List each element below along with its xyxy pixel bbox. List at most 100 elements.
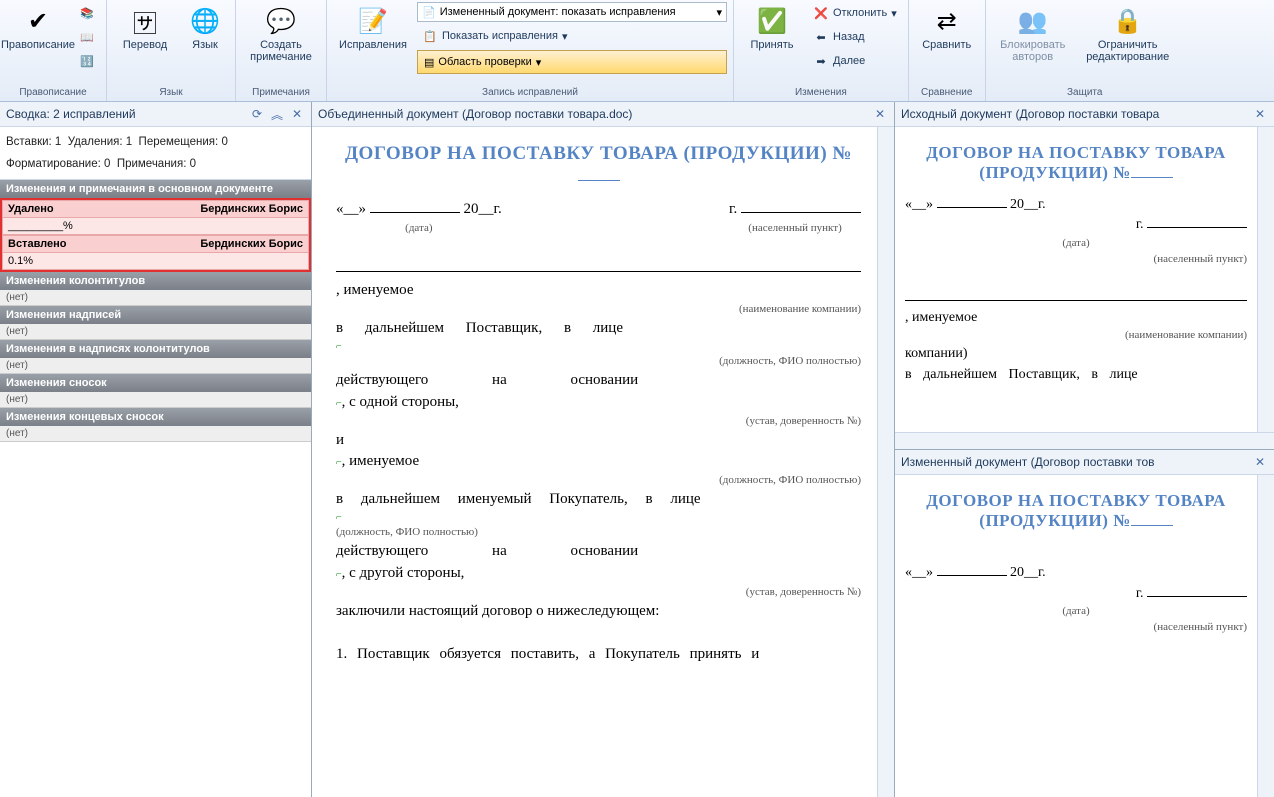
next-button[interactable]: ➡Далее xyxy=(808,50,902,72)
show-markup-dropdown[interactable]: 📋 Показать исправления ▾ xyxy=(417,25,727,47)
track-changes-button[interactable]: 📝 Исправления xyxy=(333,2,413,54)
none-label: (нет) xyxy=(0,290,311,306)
supplier-line: в дальнейшем Поставщик, в лице xyxy=(905,365,1247,385)
restrict-editing-button[interactable]: 🔒 Ограничить редактирование xyxy=(1078,2,1178,66)
combined-header: Объединенный документ (Договор поставки … xyxy=(312,102,894,127)
compare-icon: ⇄ xyxy=(931,5,963,37)
reviewing-pane-button[interactable]: ▤ Область проверки ▾ xyxy=(417,50,727,74)
section-main-doc: Изменения и примечания в основном докуме… xyxy=(0,180,311,198)
group-label: Защита xyxy=(1067,85,1102,101)
new-comment-button[interactable]: 💬 Создать примечание xyxy=(242,2,320,66)
comment-icon: 💬 xyxy=(265,5,297,37)
revision-mark-icon: ⌐ xyxy=(336,340,861,355)
accept-icon: ✅ xyxy=(756,5,788,37)
compare-button[interactable]: ⇄ Сравнить xyxy=(915,2,979,54)
position-label: (должность, ФИО полностью) xyxy=(336,354,861,370)
block-icon: 👥 xyxy=(1017,5,1049,37)
source-document[interactable]: ДОГОВОР НА ПОСТАВКУ ТОВАРА (ПРОДУКЦИИ) №… xyxy=(895,127,1257,432)
previous-button[interactable]: ⬅Назад xyxy=(808,26,902,48)
section-en: Изменения концевых сносок xyxy=(0,408,311,426)
scrollbar-horizontal[interactable] xyxy=(895,432,1274,449)
company-text: компании) xyxy=(905,344,1247,364)
accept-button[interactable]: ✅ Принять xyxy=(740,2,804,54)
doc-title: ДОГОВОР НА ПОСТАВКУ ТОВАРА (ПРОДУКЦИИ) № xyxy=(905,143,1247,183)
section-fn: Изменения сносок xyxy=(0,374,311,392)
close-icon[interactable]: ✕ xyxy=(289,106,305,122)
lock-icon: 🔒 xyxy=(1112,5,1144,37)
spellcheck-icon: ✔ xyxy=(22,5,54,37)
scrollbar-vertical[interactable] xyxy=(1257,127,1274,432)
section-tbhf: Изменения в надписях колонтитулов xyxy=(0,340,311,358)
collapse-icon[interactable]: ︽ xyxy=(269,106,285,122)
spellcheck-button[interactable]: ✔ Правописание xyxy=(6,2,70,54)
research-icon: 📚 xyxy=(79,5,95,21)
chevron-down-icon: ▾ xyxy=(562,30,568,43)
revision-mark-icon: ⌐ xyxy=(336,511,861,526)
company-label: (наименование компании) xyxy=(336,302,861,318)
revised-pane: Измененный документ (Договор поставки то… xyxy=(895,450,1274,797)
change-inserted[interactable]: ВставленоБердинских Борис xyxy=(2,235,309,253)
change-inserted-value: 0.1% xyxy=(2,253,309,270)
group-label: Сравнение xyxy=(921,85,972,101)
revised-document[interactable]: ДОГОВОР НА ПОСТАВКУ ТОВАРА (ПРОДУКЦИИ) №… xyxy=(895,475,1257,797)
none-label: (нет) xyxy=(0,426,311,442)
combined-title: Объединенный документ (Договор поставки … xyxy=(318,107,868,121)
prev-icon: ⬅ xyxy=(813,29,829,45)
doc-title: ДОГОВОР НА ПОСТАВКУ ТОВАРА (ПРОДУКЦИИ) № xyxy=(336,143,861,187)
group-language: 🈂 Перевод 🌐 Язык Язык xyxy=(107,0,236,101)
group-label: Изменения xyxy=(795,85,847,101)
right-column: Исходный документ (Договор поставки това… xyxy=(894,102,1274,797)
source-header: Исходный документ (Договор поставки това… xyxy=(895,102,1274,127)
doc-title: ДОГОВОР НА ПОСТАВКУ ТОВАРА (ПРОДУКЦИИ) № xyxy=(905,491,1247,531)
company-label: (наименование компании) xyxy=(905,328,1247,344)
position-label: (должность, ФИО полностью) xyxy=(336,525,861,541)
close-icon[interactable]: ✕ xyxy=(872,106,888,122)
group-tracking: 📝 Исправления 📄Измененный документ: пока… xyxy=(327,0,734,101)
language-button[interactable]: 🌐 Язык xyxy=(181,2,229,54)
group-label: Правописание xyxy=(19,85,86,101)
markup-icon: 📋 xyxy=(422,28,438,44)
none-label: (нет) xyxy=(0,324,311,340)
chevron-down-icon: ▾ xyxy=(536,56,542,69)
thesaurus-button[interactable]: 📖 xyxy=(74,26,100,48)
group-label: Примечания xyxy=(252,85,310,101)
scrollbar-vertical[interactable] xyxy=(877,127,894,797)
change-deleted-value: _________% xyxy=(2,218,309,235)
section-tb: Изменения надписей xyxy=(0,306,311,324)
section-hf: Изменения колонтитулов xyxy=(0,272,311,290)
summary-title: Сводка: 2 исправлений xyxy=(6,107,245,121)
group-label: Запись исправлений xyxy=(482,85,578,101)
change-deleted[interactable]: УдаленоБердинских Борис xyxy=(2,200,309,218)
translate-button[interactable]: 🈂 Перевод xyxy=(113,2,177,54)
main-area: Сводка: 2 исправлений ⟳ ︽ ✕ Вставки: 1 У… xyxy=(0,102,1274,797)
reject-icon: ❌ xyxy=(813,5,829,21)
group-label: Язык xyxy=(159,85,182,101)
changes-highlight: УдаленоБердинских Борис _________% Встав… xyxy=(0,198,311,272)
and-text: и xyxy=(336,430,861,452)
group-proofing: ✔ Правописание 📚 📖 🔢 Правописание xyxy=(0,0,107,101)
chevron-down-icon: ▾ xyxy=(716,6,722,19)
wordcount-button[interactable]: 🔢 xyxy=(74,50,100,72)
next-icon: ➡ xyxy=(813,53,829,69)
charter-label: (устав, доверенность №) xyxy=(336,585,861,601)
revised-title: Измененный документ (Договор поставки то… xyxy=(901,455,1248,469)
group-comments: 💬 Создать примечание Примечания xyxy=(236,0,327,101)
revised-header: Измененный документ (Договор поставки то… xyxy=(895,450,1274,475)
group-protect: 👥 Блокировать авторов 🔒 Ограничить редак… xyxy=(986,0,1184,101)
reviewing-panel: Сводка: 2 исправлений ⟳ ︽ ✕ Вставки: 1 У… xyxy=(0,102,312,797)
none-label: (нет) xyxy=(0,392,311,408)
buyer-line: в дальнейшем именуемый Покупатель, в лиц… xyxy=(336,489,861,511)
group-changes: ✅ Принять ❌Отклонить▾ ⬅Назад ➡Далее Изме… xyxy=(734,0,909,101)
scrollbar-vertical[interactable] xyxy=(1257,475,1274,797)
reject-button[interactable]: ❌Отклонить▾ xyxy=(808,2,902,24)
source-title: Исходный документ (Договор поставки това… xyxy=(901,107,1248,121)
research-button[interactable]: 📚 xyxy=(74,2,100,24)
display-mode-dropdown[interactable]: 📄Измененный документ: показать исправлен… xyxy=(417,2,727,22)
combined-document[interactable]: ДОГОВОР НА ПОСТАВКУ ТОВАРА (ПРОДУКЦИИ) №… xyxy=(312,127,877,797)
summary-stats: Вставки: 1 Удаления: 1 Перемещения: 0 Фо… xyxy=(0,127,311,180)
close-icon[interactable]: ✕ xyxy=(1252,454,1268,470)
globe-icon: 🌐 xyxy=(189,5,221,37)
refresh-icon[interactable]: ⟳ xyxy=(249,106,265,122)
pane-icon: ▤ xyxy=(424,56,434,69)
close-icon[interactable]: ✕ xyxy=(1252,106,1268,122)
